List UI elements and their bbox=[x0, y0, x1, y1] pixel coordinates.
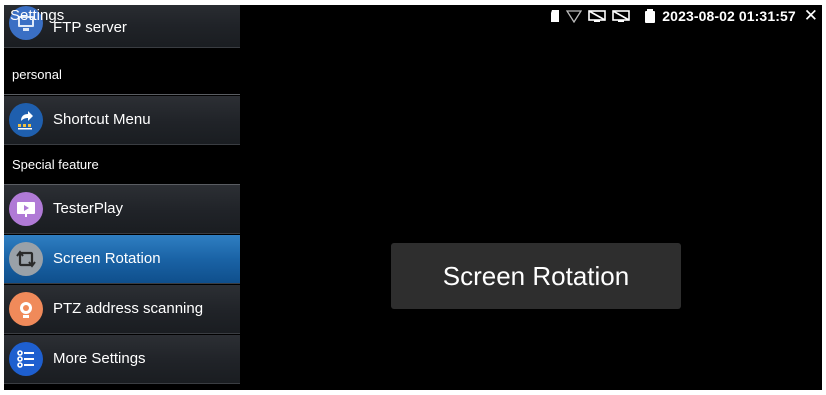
sidebar-item-label: More Settings bbox=[53, 350, 146, 367]
section-header-label: personal bbox=[12, 67, 62, 82]
sidebar-item-shortcut-menu[interactable]: Shortcut Menu bbox=[4, 96, 240, 145]
more-settings-icon bbox=[9, 342, 43, 376]
sidebar-item-label: PTZ address scanning bbox=[53, 300, 204, 317]
status-icons: 2023-08-02 01:31:57 ✕ bbox=[550, 7, 818, 24]
toast-text: Screen Rotation bbox=[442, 260, 630, 291]
sidebar-item-label: Shortcut Menu bbox=[53, 111, 151, 128]
network-off-icon bbox=[588, 10, 607, 22]
status-bar: Settings 2023-08-02 01:31:57 ✕ bbox=[4, 5, 822, 27]
section-header-special-feature: Special feature bbox=[4, 146, 240, 185]
sidebar-item-ptz-address-scanning[interactable]: PTZ address scanning bbox=[4, 285, 240, 334]
toast-message: Screen Rotation bbox=[391, 243, 681, 309]
testerplay-icon bbox=[9, 192, 43, 226]
settings-sidebar: FTP server personal Shortcut Menu Specia… bbox=[4, 5, 241, 390]
section-header-personal: personal bbox=[4, 56, 240, 95]
close-icon[interactable]: ✕ bbox=[804, 7, 818, 24]
video-off-icon bbox=[612, 10, 631, 22]
sidebar-item-screen-rotation[interactable]: Screen Rotation bbox=[4, 235, 240, 284]
shortcut-menu-icon bbox=[9, 103, 43, 137]
battery-icon bbox=[645, 9, 656, 23]
ptz-camera-icon bbox=[9, 292, 43, 326]
sd-card-icon bbox=[551, 10, 560, 22]
sidebar-item-label: TesterPlay bbox=[53, 200, 124, 217]
sidebar-item-more-settings[interactable]: More Settings bbox=[4, 335, 240, 384]
sidebar-item-testerplay[interactable]: TesterPlay bbox=[4, 185, 240, 234]
device-screen: FTP server personal Shortcut Menu Specia… bbox=[4, 5, 822, 390]
sidebar-item-label: Screen Rotation bbox=[53, 250, 161, 267]
screen-rotation-icon bbox=[9, 242, 43, 276]
wifi-icon bbox=[566, 10, 583, 23]
app-title: Settings bbox=[10, 7, 65, 24]
section-header-label: Special feature bbox=[12, 157, 99, 172]
status-datetime: 2023-08-02 01:31:57 bbox=[662, 8, 796, 24]
